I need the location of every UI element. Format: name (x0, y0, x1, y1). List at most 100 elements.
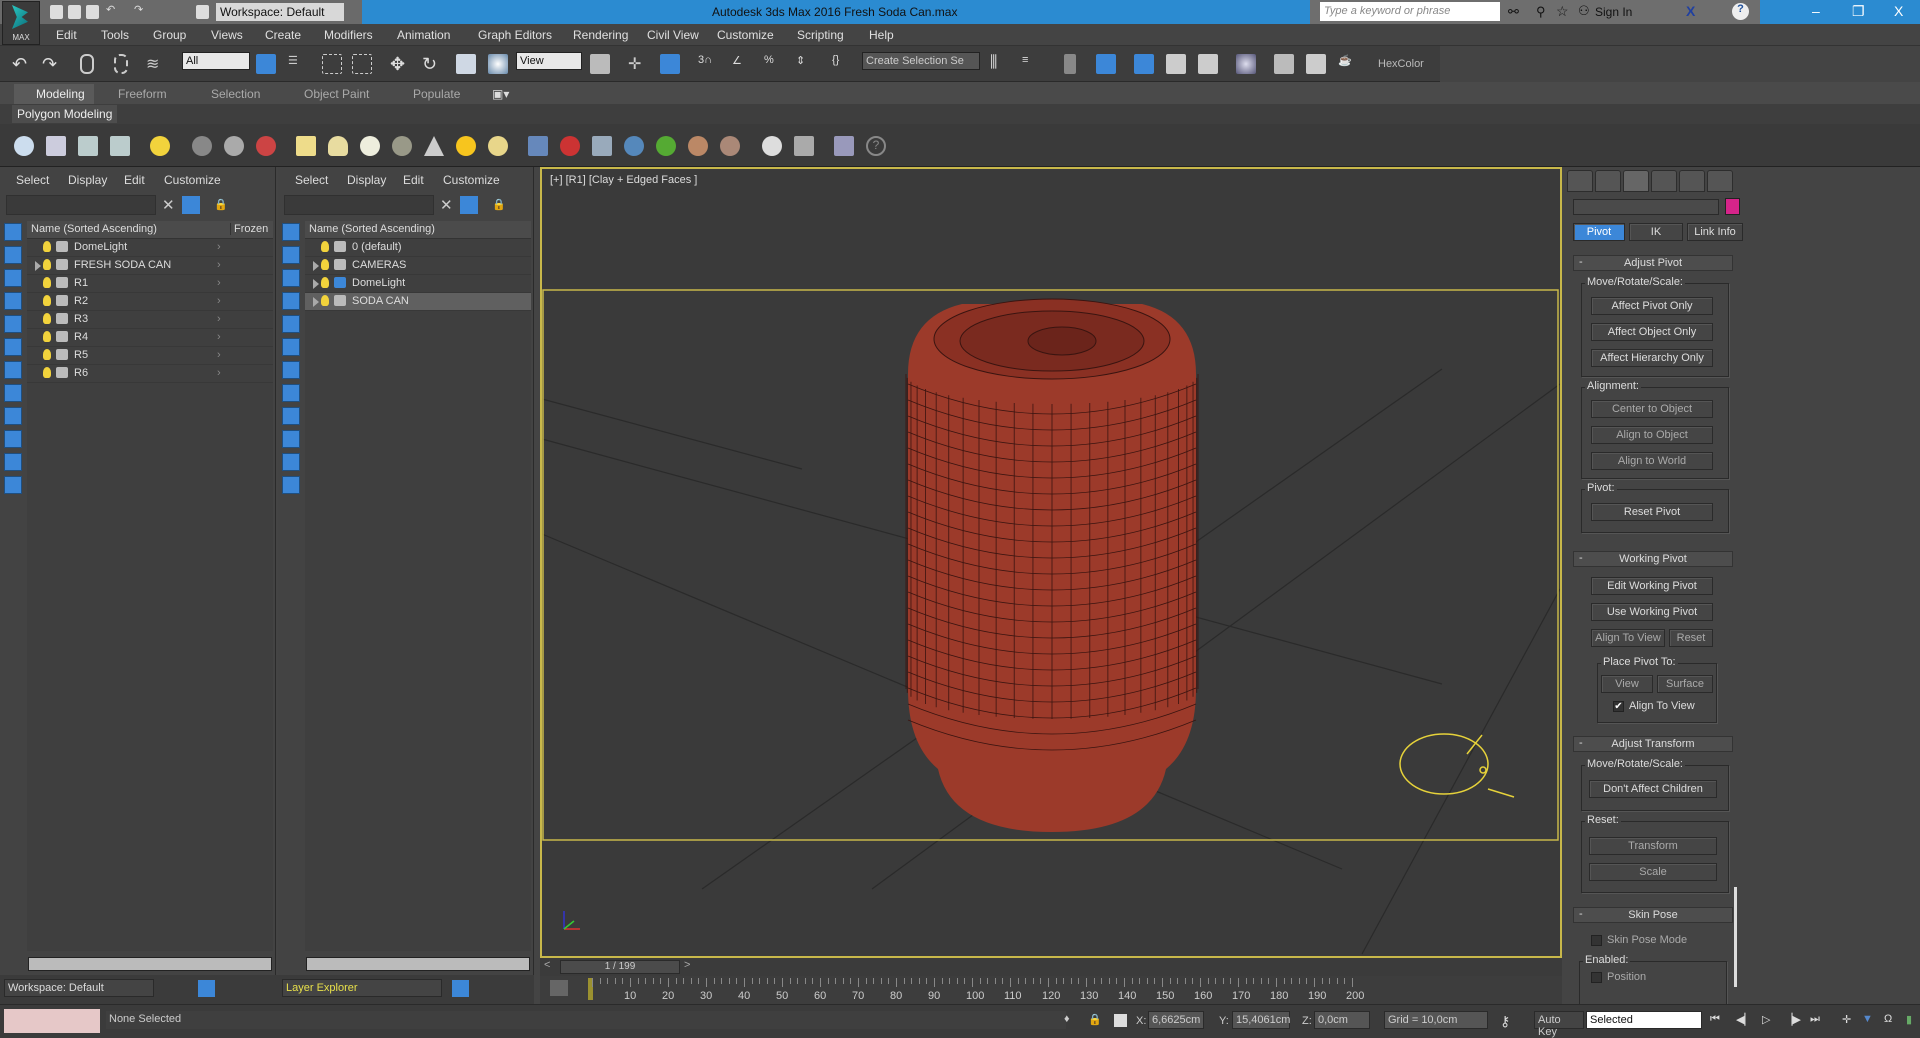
binoculars-icon[interactable]: ⚯ (1508, 4, 1519, 20)
scene-list-item[interactable]: R6 › (27, 365, 273, 383)
adjust-transform-rollout-header[interactable]: - Adjust Transform (1573, 736, 1733, 752)
sign-in-button[interactable]: Sign In (1595, 5, 1632, 19)
expand-arrow-icon[interactable] (35, 261, 41, 271)
helpers-filter-icon[interactable] (4, 315, 22, 333)
soda-can-model[interactable] (905, 298, 1199, 832)
layer-list-item[interactable]: CAMERAS (305, 257, 531, 275)
frozen-toggle-icon[interactable]: › (217, 313, 221, 325)
reset-transform-button[interactable]: Transform (1589, 837, 1717, 855)
scene-list-item[interactable]: R2 › (27, 293, 273, 311)
menu-civil-view[interactable]: Civil View (647, 28, 699, 42)
visibility-bulb-icon[interactable] (43, 295, 51, 306)
tab-modeling[interactable]: Modeling (36, 87, 85, 101)
clear-search-icon[interactable]: ✕ (440, 196, 453, 214)
affect-hierarchy-only-button[interactable]: Affect Hierarchy Only (1591, 349, 1713, 367)
layer-list-item[interactable]: SODA CAN (305, 293, 531, 311)
ribbon-options-icon[interactable]: ▣▾ (492, 87, 509, 101)
scene-menu-select[interactable]: Select (16, 173, 49, 187)
sort-by-layer-icon[interactable] (452, 980, 469, 997)
light-lister-icon[interactable] (150, 136, 170, 156)
render-setup-icon[interactable] (1274, 54, 1294, 74)
filter-icon[interactable] (182, 196, 200, 214)
selection-filter-dropdown[interactable]: All (182, 52, 250, 70)
working-pivot-rollout-header[interactable]: - Working Pivot (1573, 551, 1733, 567)
redo-icon[interactable]: ↷ (134, 3, 147, 17)
goto-start-icon[interactable]: ⏮ (1710, 1013, 1720, 1026)
help-icon[interactable]: ? (1732, 3, 1749, 20)
column-name-header[interactable]: Name (Sorted Ascending) (309, 223, 435, 235)
half-sphere-icon[interactable] (224, 136, 244, 156)
scene-menu-customize[interactable]: Customize (164, 173, 221, 187)
camera-icon[interactable] (192, 136, 212, 156)
tab-pivot[interactable]: Pivot (1573, 223, 1625, 241)
redo-icon[interactable]: ↷ (42, 54, 62, 74)
helpers-filter-icon[interactable] (282, 315, 300, 333)
select-and-link-icon[interactable] (80, 54, 94, 74)
layer-menu-edit[interactable]: Edit (403, 173, 424, 187)
dont-affect-children-button[interactable]: Don't Affect Children (1589, 780, 1717, 798)
frozen-toggle-icon[interactable]: › (217, 277, 221, 289)
select-object-icon[interactable] (256, 54, 276, 74)
align-to-view-button[interactable]: Align To View (1591, 629, 1665, 647)
tab-object-paint[interactable]: Object Paint (304, 87, 369, 101)
spacewarps-filter-icon[interactable] (282, 338, 300, 356)
visibility-bulb-icon[interactable] (321, 241, 329, 252)
edit-named-selection-icon[interactable]: {} (832, 54, 852, 74)
frozen-toggle-icon[interactable]: › (217, 295, 221, 307)
expand-arrow-icon[interactable] (313, 261, 319, 271)
set-key-icon[interactable]: ⚷ (1500, 1013, 1510, 1030)
toggle-ribbon-icon[interactable] (1134, 54, 1154, 74)
workspace-dropdown[interactable]: Workspace: Default (216, 3, 344, 21)
menu-customize[interactable]: Customize (717, 28, 774, 42)
camera-helper-icon[interactable] (1399, 733, 1515, 798)
reference-coordinate-dropdown[interactable]: View (516, 52, 582, 70)
scene-list-item[interactable]: R4 › (27, 329, 273, 347)
rendered-frame-window-icon[interactable] (1306, 54, 1326, 74)
frozen-toggle-icon[interactable]: › (217, 367, 221, 379)
skin-pose-rollout-header[interactable]: - Skin Pose (1573, 907, 1733, 923)
time-slider[interactable]: < 1 / 199 > (540, 958, 1562, 976)
visibility-bulb-icon[interactable] (43, 331, 51, 342)
selection-lock-icon[interactable]: 🔒 (1088, 1013, 1102, 1026)
containers-filter-icon[interactable] (4, 430, 22, 448)
timeline-ruler[interactable]: 10 20 30 40 50 60 70 80 90 100 110 120 130 140 150 160 1… (540, 976, 1562, 1004)
search-input[interactable]: Type a keyword or phrase (1320, 2, 1500, 21)
tab-selection[interactable]: Selection (211, 87, 260, 101)
scene-list-item[interactable]: R5 › (27, 347, 273, 365)
pan-view-icon[interactable]: ✛ (1842, 1013, 1851, 1026)
key-filter-dropdown[interactable]: Selected (1586, 1011, 1702, 1029)
cameras-filter-icon[interactable] (4, 292, 22, 310)
utilities-tab-icon[interactable] (1707, 170, 1733, 192)
column-name-header[interactable]: Name (Sorted Ascending) (31, 223, 157, 235)
placement-icon[interactable] (488, 54, 508, 74)
edit-working-pivot-button[interactable]: Edit Working Pivot (1591, 577, 1713, 595)
sun-icon[interactable] (456, 136, 476, 156)
layer-menu-customize[interactable]: Customize (443, 173, 500, 187)
lights-filter-icon[interactable] (282, 269, 300, 287)
list-icon[interactable] (78, 136, 98, 156)
center-to-object-button[interactable]: Center to Object (1591, 400, 1713, 418)
favorites-star-icon[interactable]: ☆ (1556, 3, 1569, 20)
reset-scale-button[interactable]: Scale (1589, 863, 1717, 881)
restore-button[interactable]: ❐ (1852, 3, 1865, 20)
visibility-bulb-icon[interactable] (43, 259, 51, 270)
layer-explorer-selector[interactable]: Layer Explorer (282, 979, 442, 997)
select-manipulate-icon[interactable]: ✛ (628, 54, 648, 74)
schematic-view-icon[interactable] (1198, 54, 1218, 74)
z-coordinate-field[interactable]: 0,0cm (1314, 1011, 1370, 1029)
tab-populate[interactable]: Populate (413, 87, 460, 101)
communication-icon[interactable]: ⚲ (1536, 4, 1546, 20)
layer-search-input[interactable] (284, 195, 434, 215)
frozen-toggle-icon[interactable]: › (217, 349, 221, 361)
tab-link-info[interactable]: Link Info (1687, 223, 1743, 241)
layer-explorer-icon[interactable] (1096, 54, 1116, 74)
frozen-toggle-icon[interactable]: › (217, 259, 221, 271)
bones-filter-icon[interactable] (282, 407, 300, 425)
snaps-toggle-icon[interactable]: 3∩ (698, 54, 718, 74)
next-frame-arrow[interactable]: > (684, 959, 690, 971)
box-icon[interactable] (296, 136, 316, 156)
absolute-mode-icon[interactable] (1114, 1014, 1127, 1027)
cone-icon[interactable] (424, 136, 444, 156)
expand-arrow-icon[interactable] (313, 297, 319, 307)
menu-help[interactable]: Help (869, 28, 894, 42)
